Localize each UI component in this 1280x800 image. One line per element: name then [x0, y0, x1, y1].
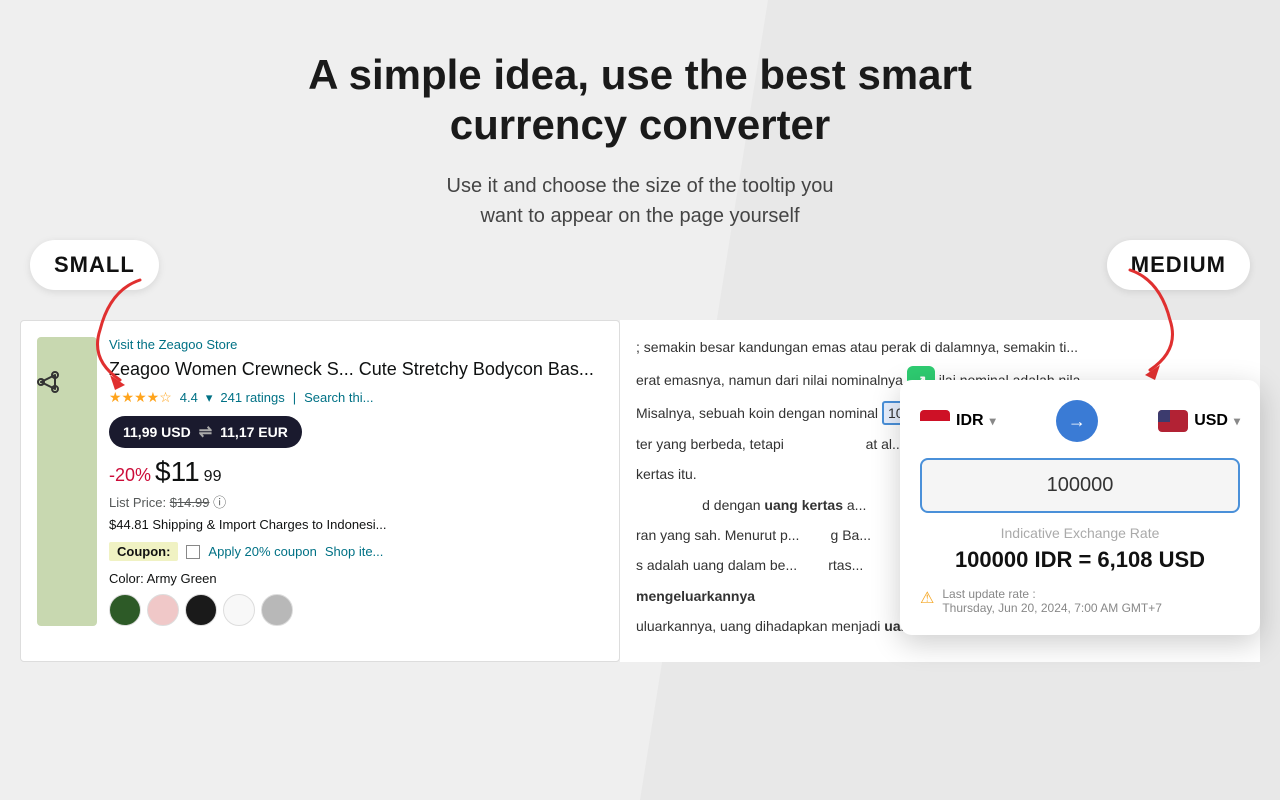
- amount-input[interactable]: [920, 458, 1240, 513]
- currency-from: IDR ▾: [920, 410, 996, 432]
- main-title: A simple idea, use the best smart curren…: [20, 50, 1260, 151]
- separator: |: [293, 390, 296, 405]
- title-line2: currency converter: [450, 101, 831, 148]
- rating-count[interactable]: 241 ratings: [220, 390, 284, 405]
- tooltip-to-price: 11,17 EUR: [220, 424, 288, 440]
- indonesia-flag-icon: [920, 410, 950, 432]
- color-swatches: [109, 594, 603, 626]
- coupon-row: Coupon: Apply 20% coupon Shop ite...: [109, 542, 603, 561]
- price-row: -20% $1199: [109, 456, 603, 488]
- apply-coupon-link[interactable]: Apply 20% coupon: [208, 544, 316, 559]
- from-currency-dropdown-icon[interactable]: ▾: [990, 414, 996, 428]
- arrow-right: [1110, 260, 1190, 385]
- swap-currencies-button[interactable]: →: [1056, 400, 1098, 442]
- page-background: A simple idea, use the best smart curren…: [0, 0, 1280, 800]
- price-cents: 99: [204, 468, 222, 486]
- arrow-left: [80, 270, 160, 395]
- coupon-checkbox[interactable]: [186, 545, 200, 559]
- color-row: Color: Army Green: [109, 571, 603, 586]
- search-this-link[interactable]: Search thi...: [304, 390, 373, 405]
- rating-row: ★★★★☆ 4.4 ▾ 241 ratings | Search thi...: [109, 389, 603, 406]
- dropdown-arrow-icon: ▾: [206, 390, 213, 406]
- price-tooltip: 11,99 USD ⇌ 11,17 EUR: [109, 416, 302, 448]
- list-price: List Price: $14.99 ⓘ: [109, 492, 603, 511]
- subtitle-line1: Use it and choose the size of the toolti…: [447, 175, 834, 197]
- share-icon-wrapper: [37, 371, 61, 404]
- title-line1: A simple idea, use the best smart: [308, 51, 972, 98]
- rating-value: 4.4: [180, 390, 198, 405]
- usa-flag-icon: [1158, 410, 1188, 432]
- currency-to: USD ▾: [1158, 410, 1240, 432]
- swatch-green[interactable]: [109, 594, 141, 626]
- share-icon: [37, 371, 61, 399]
- update-info: ⚠ Last update rate : Thursday, Jun 20, 2…: [920, 587, 1240, 615]
- product-info: Visit the Zeagoo Store Zeagoo Women Crew…: [109, 337, 603, 626]
- to-currency-label: USD: [1194, 412, 1228, 430]
- store-link[interactable]: Visit the Zeagoo Store: [109, 337, 603, 352]
- header-section: A simple idea, use the best smart curren…: [0, 0, 1280, 261]
- converter-widget: IDR ▾ → USD ▾ Indicative Exchange Rate 1…: [900, 380, 1260, 635]
- product-title: Zeagoo Women Crewneck S... Cute Stretchy…: [109, 358, 603, 381]
- swatch-gray[interactable]: [261, 594, 293, 626]
- shop-item-link[interactable]: Shop ite...: [325, 544, 384, 559]
- exchange-result: 100000 IDR = 6,108 USD: [920, 547, 1240, 573]
- swatch-pink[interactable]: [147, 594, 179, 626]
- swatch-black[interactable]: [185, 594, 217, 626]
- subtitle-line2: want to appear on the page yourself: [480, 205, 799, 227]
- discount-badge: -20%: [109, 465, 151, 486]
- subtitle: Use it and choose the size of the toolti…: [20, 171, 1260, 231]
- from-currency-label: IDR: [956, 412, 984, 430]
- coupon-badge: Coupon:: [109, 542, 178, 561]
- update-text: Last update rate : Thursday, Jun 20, 202…: [942, 587, 1162, 615]
- converter-header: IDR ▾ → USD ▾: [920, 400, 1240, 442]
- price-main: $11: [155, 456, 200, 488]
- tooltip-arrow-icon: ⇌: [199, 422, 212, 442]
- warning-icon: ⚠: [920, 588, 934, 608]
- to-currency-dropdown-icon[interactable]: ▾: [1234, 414, 1240, 428]
- tooltip-from-price: 11,99 USD: [123, 424, 191, 440]
- exchange-rate-label: Indicative Exchange Rate: [920, 525, 1240, 541]
- swatch-white[interactable]: [223, 594, 255, 626]
- shipping-info: $44.81 Shipping & Import Charges to Indo…: [109, 517, 603, 532]
